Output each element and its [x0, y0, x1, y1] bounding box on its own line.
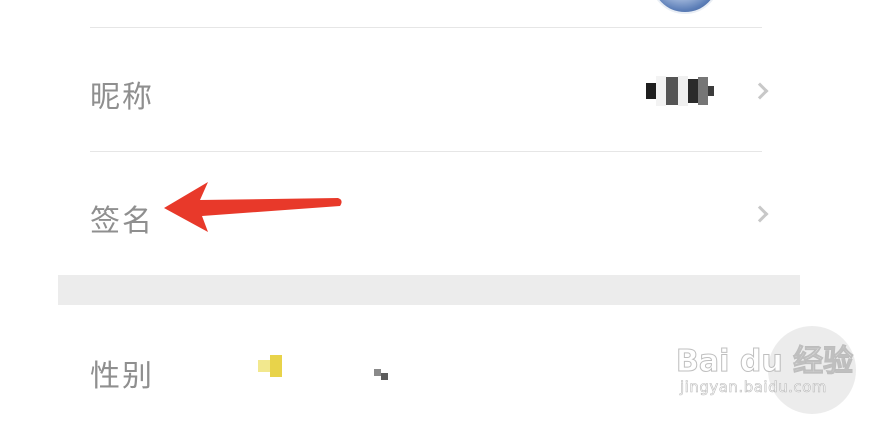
annotation-arrow-icon [164, 182, 342, 232]
chevron-right-icon[interactable] [751, 205, 769, 223]
gender-label: 性别 [90, 359, 154, 394]
baidu-jingyan-watermark: Bai du 经验 jingyan.baidu.com [675, 326, 856, 414]
section-separator [58, 275, 800, 305]
watermark-url: jingyan.baidu.com [680, 378, 827, 397]
gender-value-pixelated [258, 355, 282, 377]
profile-settings-screen: 昵称 签名 性别 Bai du 经验 jingyan.baidu.com [0, 0, 888, 422]
avatar[interactable] [650, 0, 720, 14]
nickname-value-pixelated [646, 76, 714, 106]
watermark-brand: Bai du 经验 [675, 344, 854, 380]
nickname-row[interactable]: 昵称 [90, 28, 780, 152]
gender-value-pixelated [374, 365, 388, 380]
signature-label: 签名 [90, 204, 154, 239]
nickname-label: 昵称 [90, 80, 154, 115]
chevron-right-icon[interactable] [751, 82, 769, 100]
